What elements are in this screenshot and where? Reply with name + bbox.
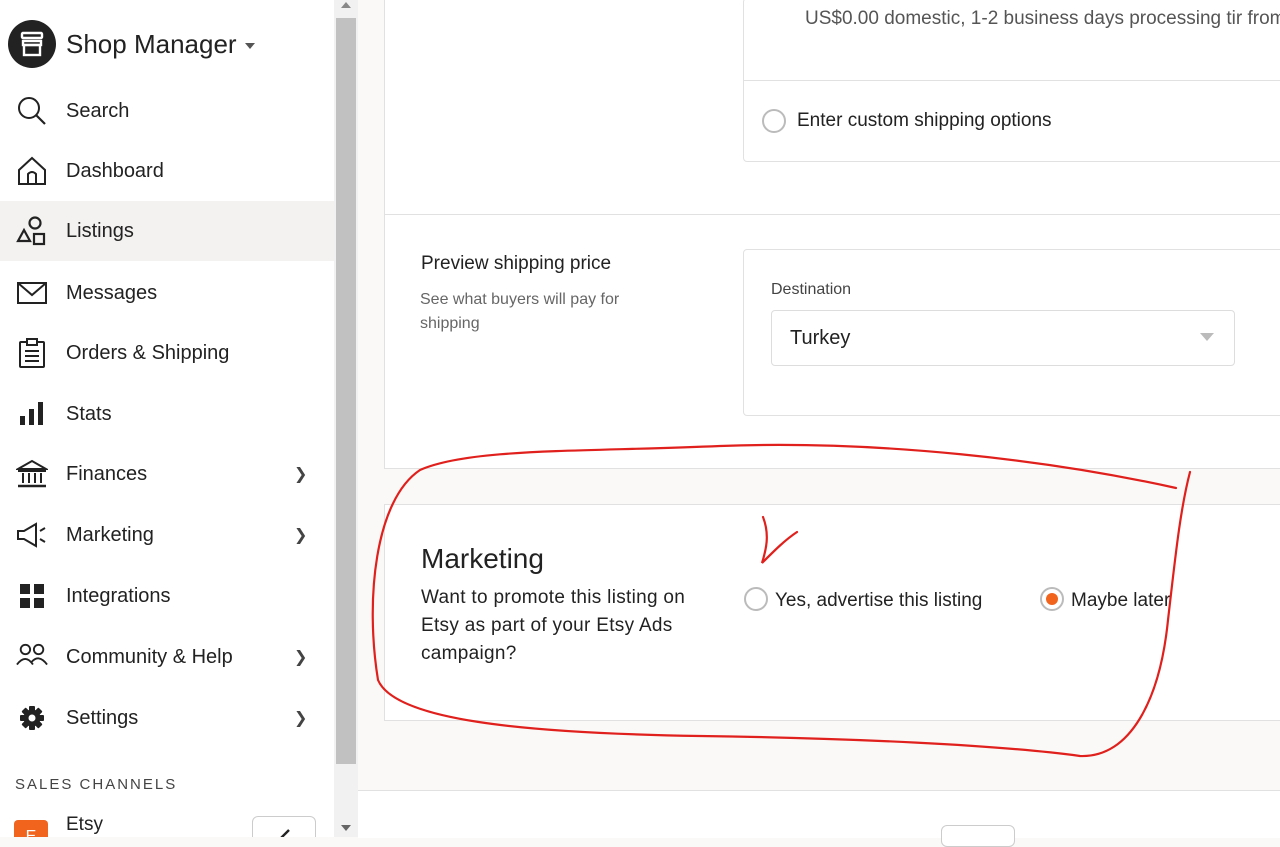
bank-icon xyxy=(16,458,48,490)
custom-shipping-label[interactable]: Enter custom shipping options xyxy=(797,110,1052,132)
chevron-down-icon xyxy=(244,43,255,49)
sidebar-item-marketing[interactable]: Marketing ❯ xyxy=(0,505,334,565)
sidebar-item-label: Finances xyxy=(66,462,148,485)
bottom-action-bar xyxy=(358,790,1280,847)
pencil-icon xyxy=(280,829,290,837)
chevron-right-icon: ❯ xyxy=(294,649,308,666)
custom-shipping-radio[interactable] xyxy=(762,109,786,133)
chevron-right-icon: ❯ xyxy=(294,527,308,544)
sidebar-item-label: Messages xyxy=(66,281,158,304)
grid-icon xyxy=(16,580,48,612)
search-icon xyxy=(16,95,48,127)
edit-channel-button[interactable] xyxy=(252,816,316,837)
shop-manager-menu[interactable]: Shop Manager xyxy=(8,14,255,74)
gear-icon xyxy=(16,702,48,734)
sidebar-item-listings[interactable]: Listings xyxy=(0,201,334,261)
shop-icon xyxy=(8,20,56,68)
sidebar-item-search[interactable]: Search xyxy=(0,81,334,141)
sidebar-item-integrations[interactable]: Integrations xyxy=(0,566,334,626)
bar-chart-icon xyxy=(16,398,48,430)
sidebar-item-label: Marketing xyxy=(66,523,154,546)
preview-shipping-subtitle: See what buyers will pay for shipping xyxy=(420,291,620,332)
chevron-right-icon: ❯ xyxy=(294,710,308,727)
advertise-yes-radio[interactable] xyxy=(744,587,768,611)
scroll-down-arrow-icon[interactable] xyxy=(341,825,351,831)
home-icon xyxy=(16,155,48,187)
scrollbar-thumb[interactable] xyxy=(336,18,356,764)
shop-manager-title: Shop Manager xyxy=(66,28,237,59)
destination-label: Destination xyxy=(771,281,852,298)
sidebar-item-messages[interactable]: Messages xyxy=(0,263,334,323)
sidebar-item-label: Orders & Shipping xyxy=(66,341,230,364)
chevron-right-icon: ❯ xyxy=(294,466,308,483)
sidebar-scrollbar[interactable] xyxy=(334,0,358,837)
sidebar-item-label: Search xyxy=(66,99,130,122)
sidebar-item-stats[interactable]: Stats xyxy=(0,384,334,444)
marketing-title: Marketing xyxy=(421,543,544,574)
destination-value: Turkey xyxy=(790,327,851,349)
sidebar-item-label: Community & Help xyxy=(66,645,233,668)
scroll-up-arrow-icon[interactable] xyxy=(341,2,351,8)
sales-channel-name: Etsy xyxy=(66,814,103,835)
sales-channel-etsy[interactable]: E Etsy xyxy=(14,814,334,837)
sidebar-item-label: Settings xyxy=(66,706,139,729)
sidebar-item-settings[interactable]: Settings ❯ xyxy=(0,688,334,748)
shipping-profile-description: US$0.00 domestic, 1-2 business days proc… xyxy=(805,8,1280,29)
destination-select[interactable]: Turkey xyxy=(771,310,1235,366)
action-button[interactable] xyxy=(941,825,1015,847)
chevron-down-icon xyxy=(1200,333,1214,341)
sidebar-item-label: Listings xyxy=(66,219,134,242)
sidebar-item-finances[interactable]: Finances ❯ xyxy=(0,444,334,504)
sales-channels-heading: SALES CHANNELS xyxy=(15,776,178,793)
megaphone-icon xyxy=(16,519,48,551)
sidebar-item-label: Stats xyxy=(66,402,112,425)
section-divider xyxy=(384,214,1280,215)
maybe-later-label[interactable]: Maybe later xyxy=(1071,590,1170,612)
sidebar-item-label: Integrations xyxy=(66,584,171,607)
sidebar-item-dashboard[interactable]: Dashboard xyxy=(0,141,334,201)
etsy-logo: E xyxy=(14,820,48,837)
sidebar-item-label: Dashboard xyxy=(66,159,164,182)
marketing-description: Want to promote this listing on Etsy as … xyxy=(421,587,686,664)
advertise-yes-label[interactable]: Yes, advertise this listing xyxy=(775,590,982,612)
preview-shipping-title: Preview shipping price xyxy=(421,253,612,274)
shapes-icon xyxy=(16,215,48,247)
people-icon xyxy=(16,641,48,673)
divider xyxy=(744,80,1280,81)
envelope-icon xyxy=(16,277,48,309)
maybe-later-radio[interactable] xyxy=(1040,587,1064,611)
sidebar: Shop Manager Search Dashboard Listings M… xyxy=(0,0,334,837)
sidebar-item-community-help[interactable]: Community & Help ❯ xyxy=(0,627,334,687)
sidebar-item-orders-shipping[interactable]: Orders & Shipping xyxy=(0,323,334,383)
clipboard-icon xyxy=(16,337,48,369)
